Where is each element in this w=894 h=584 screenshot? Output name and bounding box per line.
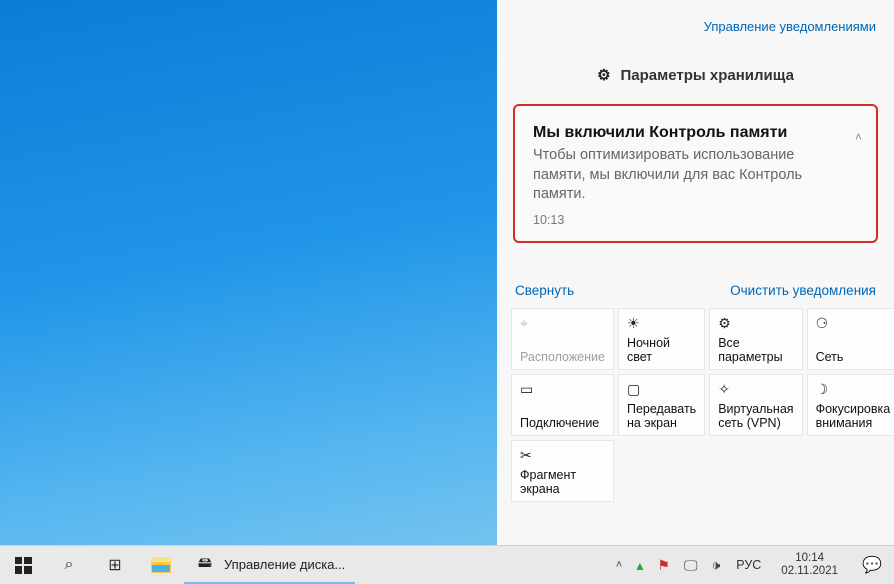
quick-tile-1[interactable]: ☀ Ночной свет: [618, 308, 705, 370]
quick-tile-5[interactable]: ▢ Передавать на экран: [618, 374, 705, 436]
tile-label: Сеть: [816, 350, 891, 364]
quick-tile-2[interactable]: ⚙ Все параметры: [709, 308, 802, 370]
search-button[interactable]: ⌕: [46, 546, 92, 584]
tile-icon: ☀: [627, 315, 696, 333]
tile-label: Подключение: [520, 416, 605, 430]
notification-card[interactable]: ˄ Мы включили Контроль памяти Чтобы опти…: [513, 104, 878, 243]
task-view-icon: ⊞: [108, 555, 121, 575]
action-center-top: Управление уведомлениями: [497, 0, 894, 42]
collapse-link[interactable]: Свернуть: [515, 283, 574, 298]
taskbar-app-disk-management[interactable]: 🖴 Управление диска...: [184, 546, 355, 584]
tile-icon: ☽: [816, 381, 891, 399]
disk-management-icon: 🖴: [194, 554, 216, 574]
notification-time: 10:13: [533, 213, 836, 227]
quick-tile-3[interactable]: ⚆ Сеть: [807, 308, 894, 370]
taskbar-left: ⌕ ⊞ 🖴 Управление диска...: [0, 546, 355, 584]
tile-label: Фрагмент экрана: [520, 468, 605, 497]
manage-notifications-link[interactable]: Управление уведомлениями: [704, 19, 876, 34]
action-center-links-row: Свернуть Очистить уведомления: [497, 243, 894, 308]
file-explorer-button[interactable]: [138, 546, 184, 584]
start-button[interactable]: [0, 546, 46, 584]
display-icon[interactable]: 🖵: [682, 557, 700, 574]
tile-label: Ночной свет: [627, 336, 696, 365]
volume-icon[interactable]: 🕩: [709, 557, 722, 574]
tile-label: Виртуальная сеть (VPN): [718, 402, 793, 431]
tile-label: Все параметры: [718, 336, 793, 365]
taskbar: ⌕ ⊞ 🖴 Управление диска... ˄ ▴ ⚑ 🖵 🕩 РУС …: [0, 545, 894, 584]
gear-icon: ⚙: [597, 66, 610, 84]
windows-icon: [15, 557, 32, 574]
tile-label: Фокусировка внимания: [816, 402, 891, 431]
taskbar-app-label: Управление диска...: [224, 557, 345, 572]
clock-time: 10:14: [795, 552, 824, 565]
language-indicator[interactable]: РУС: [732, 558, 765, 572]
tile-icon: ✂: [520, 447, 605, 465]
security-icon[interactable]: ⚑: [655, 557, 672, 574]
tile-icon: ✧: [718, 381, 793, 399]
task-view-button[interactable]: ⊞: [92, 546, 138, 584]
tile-icon: ▢: [627, 381, 696, 399]
system-tray: ˄ ▴ ⚑ 🖵 🕩 РУС 10:14 02.11.2021: [608, 546, 850, 584]
tray-app-icon[interactable]: ▴: [634, 557, 645, 574]
quick-tile-8[interactable]: ✂ Фрагмент экрана: [511, 440, 614, 502]
action-center-panel: Управление уведомлениями ⚙ Параметры хра…: [497, 0, 894, 545]
clock[interactable]: 10:14 02.11.2021: [775, 552, 844, 578]
quick-tile-7[interactable]: ☽ Фокусировка внимания: [807, 374, 894, 436]
chevron-up-icon[interactable]: ˄: [855, 130, 862, 144]
tile-icon: ⌖: [520, 315, 605, 333]
tray-overflow-icon[interactable]: ˄: [614, 559, 624, 571]
action-center-button[interactable]: 💬: [850, 546, 894, 584]
tile-icon: ▭: [520, 381, 605, 399]
notification-title: Мы включили Контроль памяти: [533, 124, 836, 142]
tile-icon: ⚆: [816, 315, 891, 333]
clear-notifications-link[interactable]: Очистить уведомления: [730, 283, 876, 298]
quick-tile-6[interactable]: ✧ Виртуальная сеть (VPN): [709, 374, 802, 436]
tile-label: Передавать на экран: [627, 402, 696, 431]
notification-icon: 💬: [862, 555, 882, 575]
notification-body: Чтобы оптимизировать использование памят…: [533, 146, 836, 205]
tile-icon: ⚙: [718, 315, 793, 333]
quick-tile-0[interactable]: ⌖ Расположение: [511, 308, 614, 370]
group-header-text: Параметры хранилища: [621, 67, 794, 84]
folder-icon: [151, 557, 171, 573]
quick-action-tiles: ⌖ Расположение ☀ Ночной свет ⚙ Все параметры ⚆…: [497, 308, 894, 502]
search-icon: ⌕: [65, 556, 74, 574]
notification-group-header: ⚙ Параметры хранилища: [497, 42, 894, 96]
taskbar-right: ˄ ▴ ⚑ 🖵 🕩 РУС 10:14 02.11.2021 💬: [608, 546, 894, 584]
quick-tile-4[interactable]: ▭ Подключение: [511, 374, 614, 436]
clock-date: 02.11.2021: [781, 565, 838, 578]
tile-label: Расположение: [520, 350, 605, 364]
